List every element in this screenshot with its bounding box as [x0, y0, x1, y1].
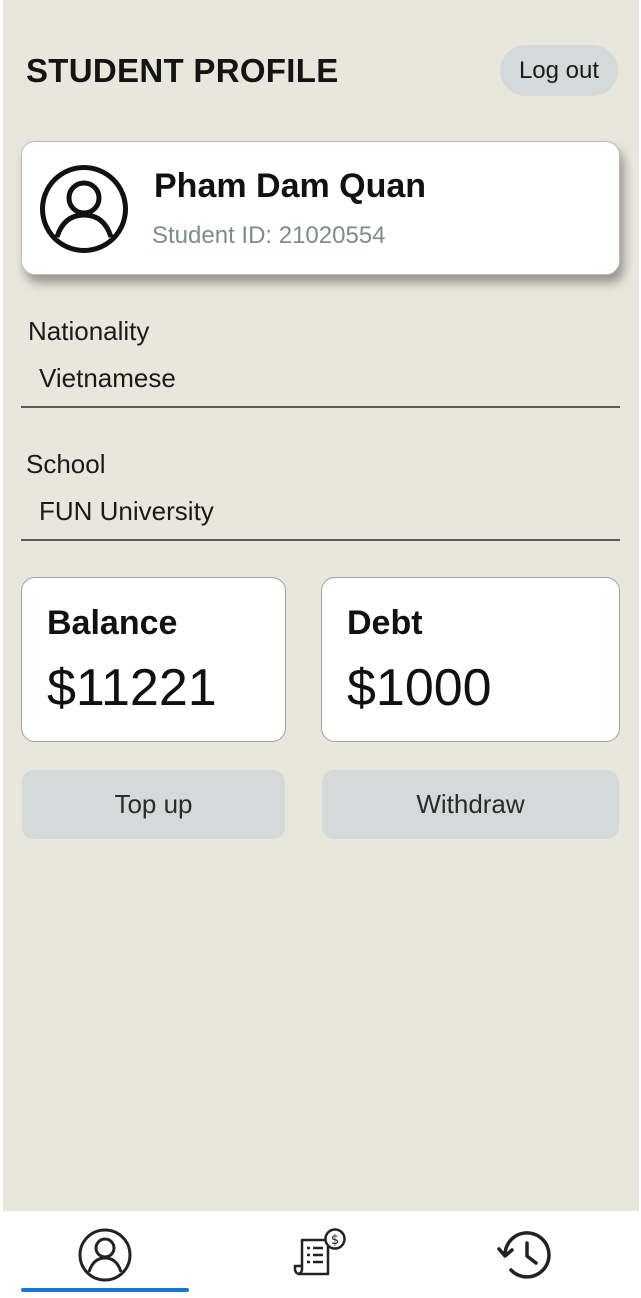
- svg-text:$: $: [331, 1233, 339, 1248]
- balance-card: Balance $11221: [21, 577, 286, 742]
- nationality-value: Vietnamese: [39, 363, 176, 393]
- nationality-label: Nationality: [28, 316, 150, 346]
- balance-value: $11221: [47, 659, 217, 717]
- nav-item-profile[interactable]: [21, 1211, 189, 1298]
- debt-value: $1000: [347, 659, 492, 717]
- nationality-divider: [21, 406, 620, 408]
- student-name: Pham Dam Quan: [154, 167, 427, 205]
- bottom-navigation: $: [0, 1211, 641, 1298]
- profile-icon: [78, 1228, 132, 1281]
- bill-dollar-icon: $: [293, 1227, 346, 1275]
- profile-screen: STUDENT PROFILE Log out Pham Dam Quan St…: [3, 0, 639, 1211]
- page-title: STUDENT PROFILE: [26, 52, 339, 89]
- student-id: Student ID: 21020554: [152, 222, 386, 249]
- profile-card: Pham Dam Quan Student ID: 21020554: [21, 141, 620, 275]
- school-value: FUN University: [39, 496, 214, 526]
- nav-item-bills[interactable]: $: [236, 1211, 404, 1298]
- balance-label: Balance: [47, 604, 178, 642]
- school-divider: [21, 539, 620, 541]
- nav-item-history[interactable]: [441, 1211, 609, 1298]
- top-up-button[interactable]: Top up: [22, 770, 285, 839]
- logout-button[interactable]: Log out: [500, 45, 618, 96]
- school-label: School: [26, 449, 106, 479]
- user-circle-icon: [40, 165, 128, 253]
- debt-label: Debt: [347, 604, 423, 642]
- withdraw-button[interactable]: Withdraw: [322, 770, 619, 839]
- active-tab-indicator: [21, 1288, 189, 1292]
- debt-card: Debt $1000: [321, 577, 620, 742]
- history-icon: [497, 1230, 551, 1279]
